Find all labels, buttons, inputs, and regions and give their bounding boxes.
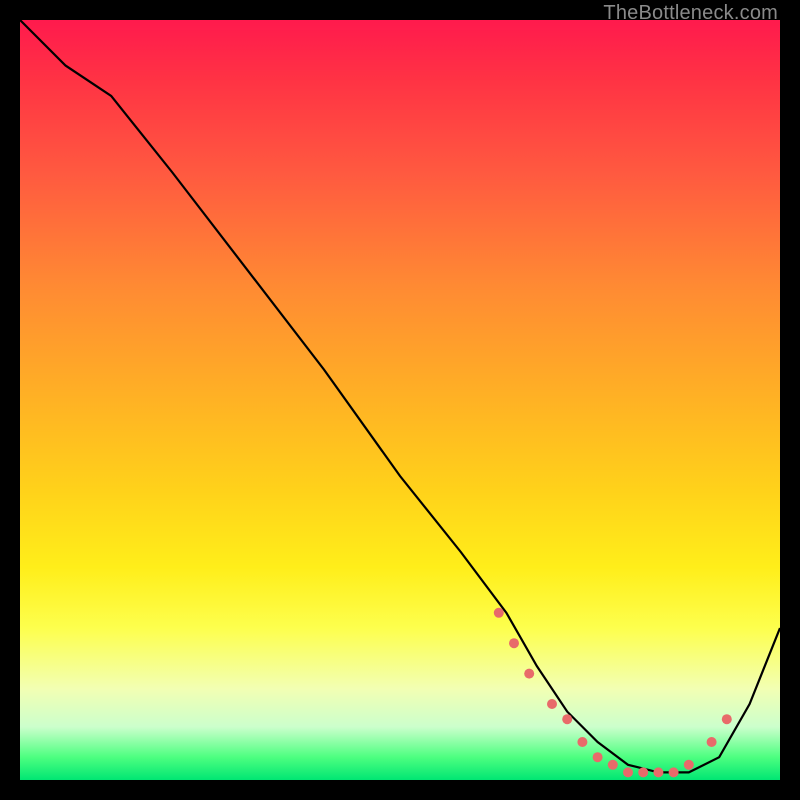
marker-dot: [577, 737, 587, 747]
marker-dot: [547, 699, 557, 709]
marker-dot: [623, 767, 633, 777]
marker-dot: [509, 638, 519, 648]
marker-dot: [593, 752, 603, 762]
marker-dot: [638, 767, 648, 777]
plot-area: [20, 20, 780, 780]
marker-dot: [669, 767, 679, 777]
chart-stage: TheBottleneck.com: [0, 0, 800, 800]
marker-dot: [653, 767, 663, 777]
marker-dot: [684, 760, 694, 770]
marker-dot: [722, 714, 732, 724]
marker-dot: [707, 737, 717, 747]
curve-svg: [20, 20, 780, 780]
marker-dot: [608, 760, 618, 770]
marker-dot: [562, 714, 572, 724]
marker-dot: [494, 608, 504, 618]
marker-dot: [524, 669, 534, 679]
marker-dots: [494, 608, 732, 778]
main-curve: [20, 20, 780, 772]
